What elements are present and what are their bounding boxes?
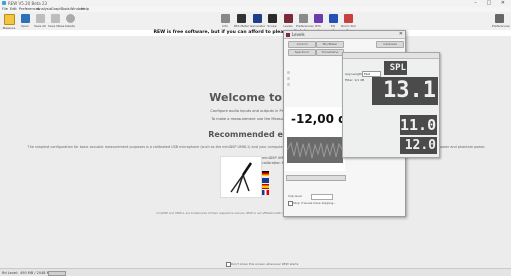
stop-label: Stop if levels have slipping... bbox=[293, 200, 337, 205]
preferences-icon bbox=[298, 14, 308, 23]
level-display: -12,00 dB bbox=[285, 107, 356, 131]
avg-length-label: Avg Length bbox=[345, 72, 362, 76]
level-indicator-3 bbox=[287, 83, 290, 86]
level-indicator-1 bbox=[287, 71, 290, 74]
open-button[interactable]: Open bbox=[18, 14, 32, 28]
spl-sub-display: 11.0 bbox=[400, 115, 437, 135]
levels-icon bbox=[283, 14, 293, 23]
spl-small-display: SPL bbox=[384, 61, 407, 75]
meter-icon bbox=[236, 14, 246, 23]
status-level: Rd Level: bbox=[2, 270, 19, 275]
waveform-panel bbox=[285, 131, 345, 171]
spl-meter-header bbox=[343, 53, 439, 59]
rta-icon bbox=[313, 14, 323, 23]
measure-icon bbox=[3, 14, 15, 25]
delete-icon bbox=[65, 14, 75, 23]
app-icon bbox=[2, 1, 6, 5]
control-button[interactable]: Control bbox=[288, 41, 316, 48]
save-icon bbox=[35, 14, 45, 23]
save-icon bbox=[50, 14, 60, 23]
levels-title: Levels bbox=[292, 32, 305, 37]
waveform-graph bbox=[286, 137, 344, 163]
flag-uk[interactable] bbox=[262, 178, 269, 183]
umik-text-1: miniDSP UM bbox=[262, 156, 284, 160]
delete-button[interactable]: Delete bbox=[63, 14, 77, 28]
menu-help[interactable]: Help bbox=[81, 7, 89, 11]
timestamp-button[interactable]: Timestamp bbox=[316, 49, 344, 56]
spectrum-button[interactable]: Spectrum bbox=[288, 49, 316, 56]
info-icon bbox=[220, 14, 230, 23]
dont-show-label: Don't show this screen whenever REW star… bbox=[231, 261, 299, 266]
menu-edit[interactable]: Edit bbox=[10, 7, 17, 11]
calibrate-button[interactable]: Calibrate bbox=[376, 41, 404, 48]
memory-bar bbox=[48, 271, 66, 276]
clip-level-field[interactable] bbox=[311, 194, 333, 200]
mic-meter-button[interactable]: Mic/Meter bbox=[316, 41, 344, 48]
spl-main-display: 13.1 bbox=[372, 77, 438, 105]
spl-meter-panel: Avg Length Fast Filter: 1/1 dB SPL 13.1 … bbox=[342, 52, 440, 158]
microphone-icon bbox=[230, 162, 253, 194]
window-controls[interactable]: – □ ✕ bbox=[474, 0, 509, 6]
generator-button[interactable]: Generator bbox=[250, 14, 265, 28]
save-all-button[interactable]: Save All bbox=[33, 14, 47, 28]
levels-title-bar: Levels ✕ bbox=[284, 31, 405, 39]
toolbar: Measure Open Save All Save Meas. Delete … bbox=[0, 12, 511, 31]
room-sim-icon bbox=[343, 14, 353, 23]
scope-button[interactable]: Scope bbox=[265, 14, 279, 28]
menu-file[interactable]: File bbox=[2, 7, 8, 11]
rta-meter-button[interactable]: RTA Meter bbox=[234, 14, 249, 28]
preferences-button[interactable]: Preferences bbox=[492, 14, 510, 28]
rta-button[interactable]: RTA bbox=[311, 14, 325, 28]
levels-button[interactable]: Levels bbox=[281, 14, 295, 28]
generator-icon bbox=[252, 14, 262, 23]
folder-icon bbox=[20, 14, 30, 23]
banner-text-before: REW is free software, but if you can aff… bbox=[153, 30, 291, 35]
window-title: REW V5.20 Beta 23 bbox=[8, 1, 48, 6]
measure-button[interactable]: Measure bbox=[2, 14, 16, 30]
eq-icon bbox=[328, 14, 338, 23]
menu-tools[interactable]: Tools bbox=[61, 7, 70, 11]
save-meas-button[interactable]: Save Meas. bbox=[48, 14, 65, 28]
eq-button[interactable]: EQ bbox=[326, 14, 340, 28]
preferences-tool-button[interactable]: Preferences bbox=[296, 14, 314, 28]
levels-icon bbox=[286, 32, 290, 37]
flag-de[interactable] bbox=[262, 171, 269, 176]
umik-text-2: calibration fil bbox=[262, 161, 285, 165]
levels-close-button[interactable]: ✕ bbox=[399, 31, 403, 37]
wrench-icon bbox=[494, 14, 504, 23]
flag-es[interactable] bbox=[262, 184, 269, 189]
level-slider[interactable] bbox=[286, 175, 346, 181]
spl-sub-display-2: 12.0 bbox=[400, 137, 437, 154]
umik-image bbox=[220, 156, 262, 198]
room-sim-button[interactable]: Room Sim bbox=[341, 14, 356, 28]
clip-level-label: Clip level bbox=[288, 194, 302, 198]
scope-icon bbox=[267, 14, 277, 23]
level-indicator-2 bbox=[287, 77, 290, 80]
menu-analysis[interactable]: Analysis bbox=[37, 7, 51, 11]
filter-label: Filter: 1/1 dB bbox=[345, 78, 365, 82]
flag-fr[interactable] bbox=[262, 190, 269, 195]
info-button[interactable]: Info bbox=[218, 14, 232, 28]
